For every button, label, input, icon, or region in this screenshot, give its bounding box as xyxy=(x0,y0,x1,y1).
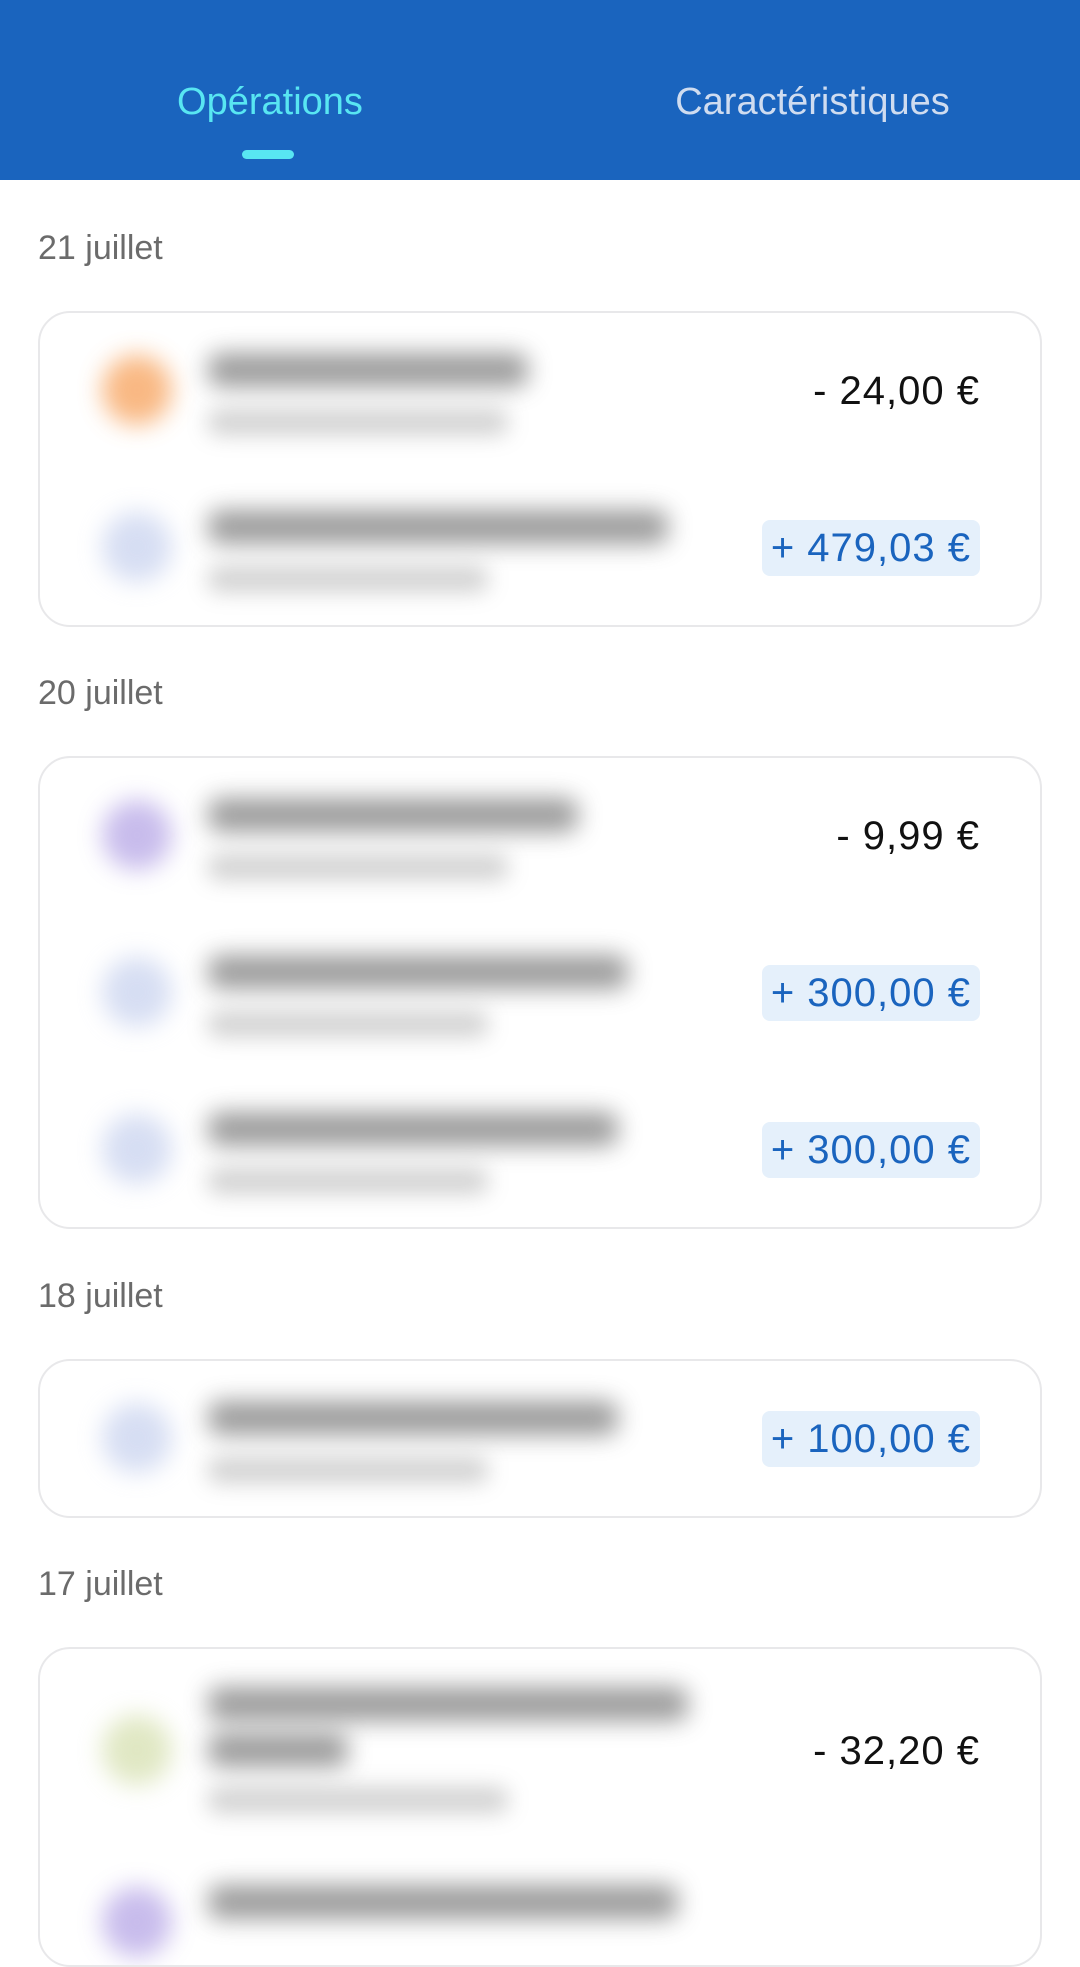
transaction-amount: + 100,00 € xyxy=(761,1411,980,1467)
date-header: 17 juillet xyxy=(38,1565,163,1603)
transaction-card: - 24,00 € + 479,03 € xyxy=(38,311,1042,627)
transaction-row[interactable]: + 100,00 € xyxy=(40,1361,1040,1516)
transaction-row[interactable]: + 300,00 € xyxy=(40,1072,1040,1227)
transaction-amount: + 300,00 € xyxy=(761,1122,980,1178)
transaction-amount: + 300,00 € xyxy=(761,965,980,1021)
transaction-name xyxy=(208,353,528,387)
tab-bar: Opérations Caractéristiques xyxy=(0,0,1080,180)
transaction-category xyxy=(208,854,508,880)
transfer-icon xyxy=(102,1403,172,1473)
date-header: 18 juillet xyxy=(38,1277,163,1315)
transaction-card: - 32,20 € xyxy=(38,1647,1042,1967)
transaction-name xyxy=(208,1112,618,1146)
transaction-category xyxy=(208,1168,488,1194)
transaction-name xyxy=(208,1401,618,1435)
transaction-amount: - 32,20 € xyxy=(813,1729,980,1773)
active-tab-indicator xyxy=(242,150,294,159)
transaction-row[interactable]: + 300,00 € xyxy=(40,915,1040,1072)
transaction-name xyxy=(208,1687,688,1721)
transaction-name xyxy=(208,1885,678,1919)
tab-operations[interactable]: Opérations xyxy=(120,78,420,126)
transaction-amount: - 24,00 € xyxy=(813,369,980,413)
transfer-icon xyxy=(102,512,172,582)
transaction-row[interactable] xyxy=(40,1849,1040,1965)
merchant-icon xyxy=(102,1715,172,1785)
transaction-card: - 9,99 € + 300,00 € + 300,00 € xyxy=(38,756,1042,1229)
tab-caracteristiques[interactable]: Caractéristiques xyxy=(640,78,985,126)
transfer-icon xyxy=(102,957,172,1027)
transaction-category xyxy=(208,566,488,592)
transaction-category xyxy=(208,1457,488,1483)
transaction-row[interactable]: + 479,03 € xyxy=(40,470,1040,625)
transaction-row[interactable]: - 32,20 € xyxy=(40,1649,1040,1849)
merchant-icon xyxy=(102,1887,172,1957)
transaction-category xyxy=(208,409,508,435)
transaction-category xyxy=(208,1787,508,1813)
date-header: 20 juillet xyxy=(38,674,163,712)
date-header: 21 juillet xyxy=(38,229,163,267)
transaction-amount: + 479,03 € xyxy=(761,520,980,576)
merchant-icon xyxy=(102,800,172,870)
transaction-name xyxy=(208,955,628,989)
transaction-name xyxy=(208,510,668,544)
transaction-row[interactable]: - 24,00 € xyxy=(40,313,1040,470)
transaction-name-line2 xyxy=(208,1733,348,1767)
transaction-card: + 100,00 € xyxy=(38,1359,1042,1518)
transaction-name xyxy=(208,798,578,832)
transaction-row[interactable]: - 9,99 € xyxy=(40,758,1040,915)
transfer-icon xyxy=(102,1114,172,1184)
transaction-amount: - 9,99 € xyxy=(836,814,980,858)
transaction-category xyxy=(208,1011,488,1037)
merchant-icon xyxy=(102,355,172,425)
